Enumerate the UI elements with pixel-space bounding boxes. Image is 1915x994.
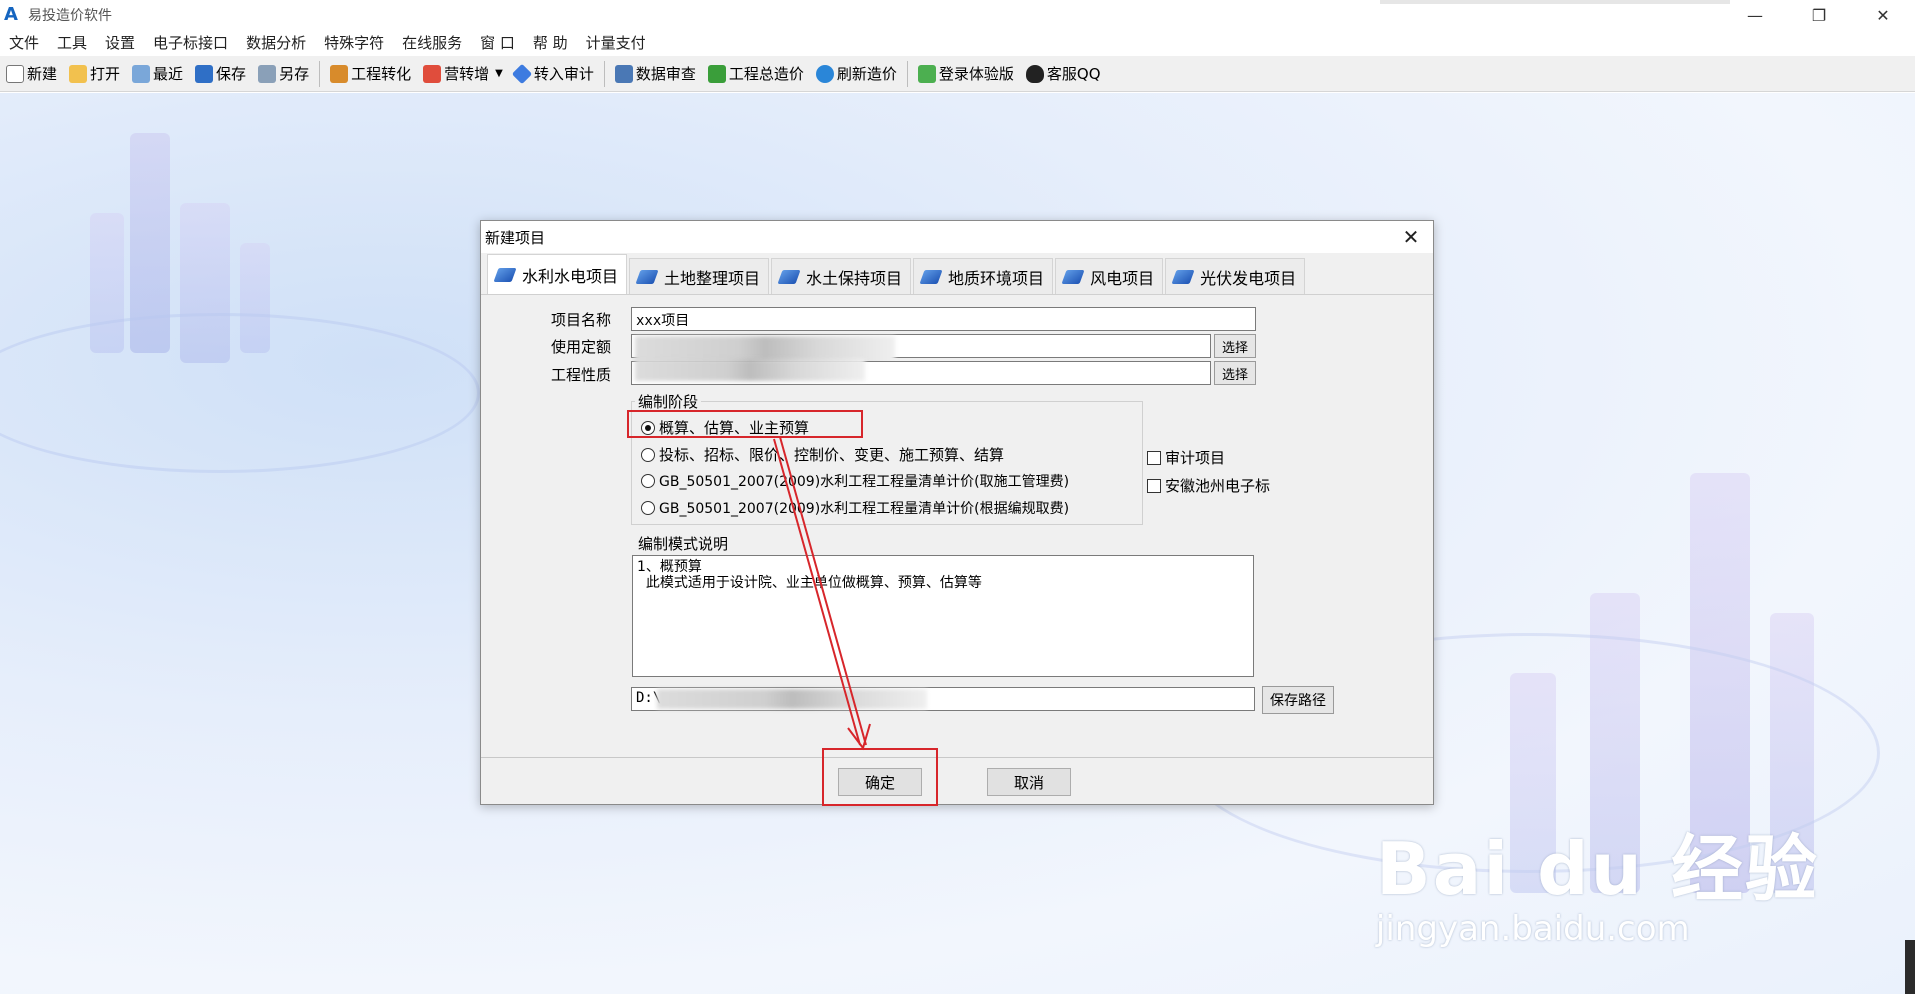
scrollbar-thumb[interactable]	[1905, 940, 1915, 994]
watermark-main: Bai du 经验	[1375, 827, 1819, 911]
watermark-url: jingyan.baidu.com	[1375, 909, 1690, 949]
baidu-watermark: Bai du 经验 jingyan.baidu.com	[1376, 810, 1819, 949]
